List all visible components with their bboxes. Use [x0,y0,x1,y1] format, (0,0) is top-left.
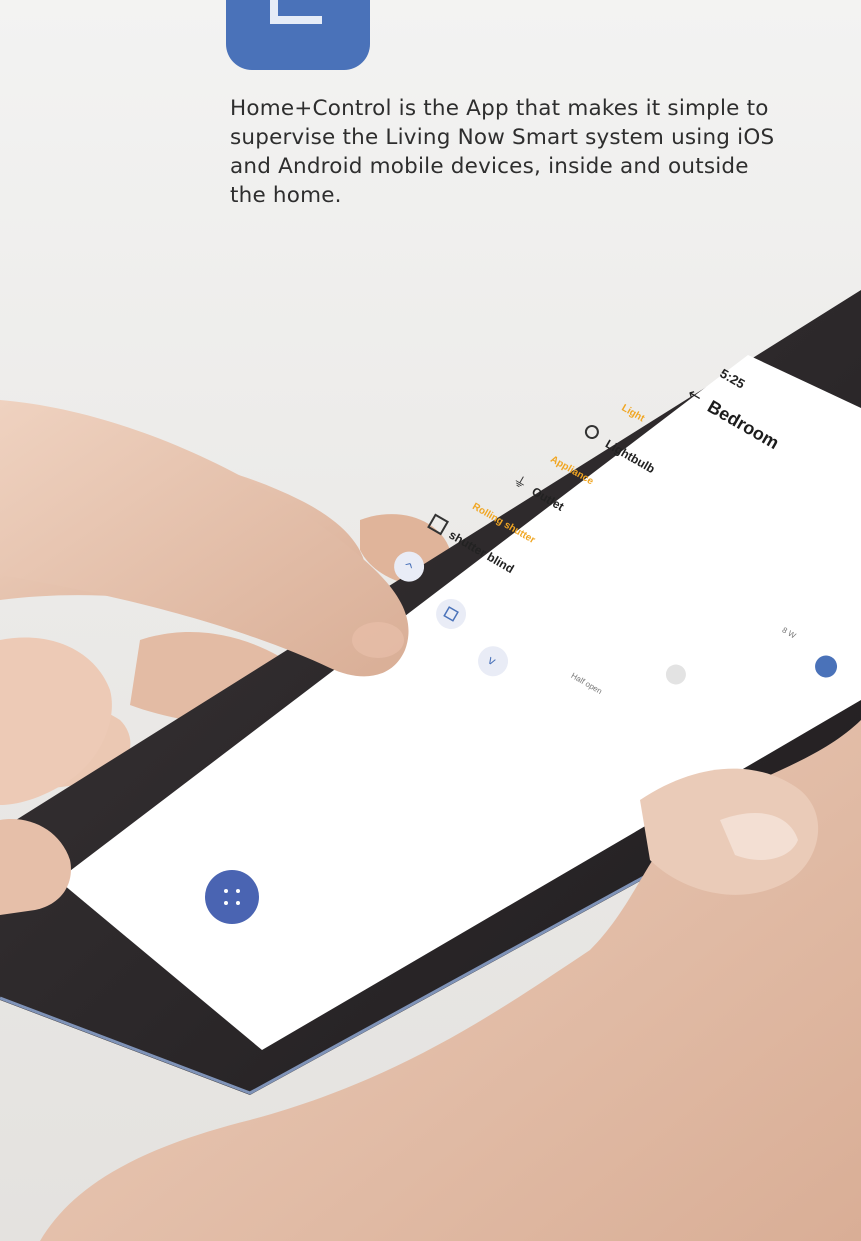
lightbulb-icon [584,424,599,439]
phone-in-hand-photo: 5:25 ← Bedroom Light Lightbulb Appliance… [0,290,861,1241]
fab-button[interactable] [205,870,259,924]
section-label-light: Light [620,403,647,425]
plug-icon: ⏚ [510,472,530,493]
